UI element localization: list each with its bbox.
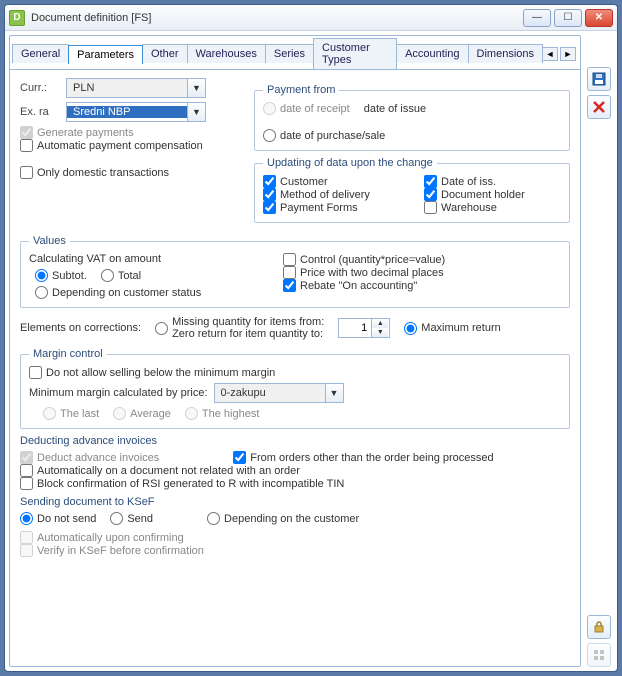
updating-warehouse-checkbox[interactable]: Warehouse: [424, 201, 561, 214]
main-panel: General Parameters Other Warehouses Seri…: [9, 35, 581, 667]
ksef-auto-confirm-checkbox[interactable]: Automatically upon confirming: [20, 531, 570, 544]
only-domestic-checkbox[interactable]: Only domestic transactions: [20, 166, 230, 179]
minimize-button[interactable]: —: [523, 9, 551, 27]
corrections-missing-radio[interactable]: Missing quantity for items from: Zero re…: [155, 316, 324, 340]
chevron-down-icon: ▼: [187, 79, 205, 97]
app-icon: D: [9, 10, 25, 26]
payment-from-issue-radio[interactable]: date of issue: [364, 103, 426, 115]
tab-general[interactable]: General: [12, 44, 69, 63]
x-icon: [592, 100, 606, 114]
chevron-down-icon: ▼: [325, 384, 343, 402]
lock-button[interactable]: [587, 615, 611, 639]
elements-corrections-label: Elements on corrections:: [20, 322, 141, 334]
corrections-max-return-radio[interactable]: Maximum return: [404, 322, 500, 335]
margin-disallow-checkbox[interactable]: Do not allow selling below the minimum m…: [29, 366, 561, 379]
save-button[interactable]: [587, 67, 611, 91]
margin-average-radio[interactable]: Average: [113, 407, 171, 420]
margin-highest-radio[interactable]: The highest: [185, 407, 259, 420]
window-title: Document definition [FS]: [31, 12, 523, 24]
grid-icon: [592, 648, 606, 662]
margin-control-group: Margin control Do not allow selling belo…: [20, 348, 570, 429]
vat-total-radio[interactable]: Total: [101, 269, 141, 282]
payment-from-receipt-radio[interactable]: date of receipt: [263, 102, 350, 115]
maximize-button[interactable]: ☐: [554, 9, 582, 27]
calc-vat-title: Calculating VAT on amount: [29, 253, 259, 265]
ksef-depending-radio[interactable]: Depending on the customer: [207, 512, 359, 525]
values-group: Values Calculating VAT on amount Subtot.…: [20, 235, 570, 308]
currency-combo[interactable]: PLN ▼: [66, 78, 206, 98]
updating-customer-checkbox[interactable]: Customer: [263, 175, 400, 188]
ksef-send-radio[interactable]: Send: [110, 512, 153, 525]
payment-from-group: Payment from date of receipt date of iss…: [254, 84, 570, 151]
auto-payment-comp-checkbox[interactable]: Automatic payment compensation: [20, 139, 230, 152]
vat-depending-radio[interactable]: Depending on customer status: [35, 286, 259, 299]
currency-label: Curr.:: [20, 82, 60, 94]
updating-payment-forms-checkbox[interactable]: Payment Forms: [263, 201, 400, 214]
deducting-title: Deducting advance invoices: [20, 435, 570, 447]
tab-parameters[interactable]: Parameters: [68, 45, 143, 64]
ksef-title: Sending document to KSeF: [20, 496, 570, 508]
payment-from-purchase-radio[interactable]: date of purchase/sale: [263, 129, 385, 142]
tab-accounting[interactable]: Accounting: [396, 44, 468, 63]
block-rsi-checkbox[interactable]: Block confirmation of RSI generated to R…: [20, 477, 570, 490]
min-margin-combo[interactable]: 0-zakupu ▼: [214, 383, 344, 403]
min-margin-label: Minimum margin calculated by price:: [29, 387, 208, 399]
corrections-quantity-spinner[interactable]: ▲▼: [338, 318, 390, 338]
tab-scroll-right[interactable]: ►: [560, 47, 576, 61]
tab-content: Curr.: PLN ▼ Ex. ra Średni NBP ▼: [10, 70, 580, 666]
spinner-down[interactable]: ▼: [372, 328, 388, 337]
deduct-advance-checkbox[interactable]: Deduct advance invoices: [20, 451, 159, 464]
sidebar: [585, 35, 613, 667]
tab-warehouses[interactable]: Warehouses: [187, 44, 266, 63]
tab-bar: General Parameters Other Warehouses Seri…: [10, 36, 580, 70]
lock-icon: [592, 620, 606, 634]
vat-subtot-radio[interactable]: Subtot.: [35, 269, 87, 282]
control-qty-checkbox[interactable]: Control (quantity*price=value): [283, 253, 561, 266]
tab-scroll-left[interactable]: ◄: [542, 47, 558, 61]
updating-date-iss-checkbox[interactable]: Date of iss.: [424, 175, 561, 188]
tab-customer-types[interactable]: Customer Types: [313, 38, 397, 69]
tab-series[interactable]: Series: [265, 44, 314, 63]
chevron-down-icon: ▼: [187, 103, 205, 121]
close-button[interactable]: ✕: [585, 9, 613, 27]
price-two-dec-checkbox[interactable]: Price with two decimal places: [283, 266, 561, 279]
margin-last-radio[interactable]: The last: [43, 407, 99, 420]
updating-method-delivery-checkbox[interactable]: Method of delivery: [263, 188, 400, 201]
titlebar: D Document definition [FS] — ☐ ✕: [5, 5, 617, 31]
exchange-rate-combo[interactable]: Średni NBP ▼: [66, 102, 206, 122]
exrate-label: Ex. ra: [20, 106, 60, 118]
generate-payments-checkbox[interactable]: Generate payments: [20, 126, 230, 139]
tab-dimensions[interactable]: Dimensions: [468, 44, 543, 63]
spinner-up[interactable]: ▲: [372, 319, 388, 328]
updating-group: Updating of data upon the change Custome…: [254, 157, 570, 223]
floppy-icon: [592, 72, 606, 86]
ksef-do-not-send-radio[interactable]: Do not send: [20, 512, 96, 525]
tab-other[interactable]: Other: [142, 44, 188, 63]
window: D Document definition [FS] — ☐ ✕ General…: [4, 4, 618, 672]
delete-button[interactable]: [587, 95, 611, 119]
auto-not-related-checkbox[interactable]: Automatically on a document not related …: [20, 464, 570, 477]
from-orders-checkbox[interactable]: From orders other than the order being p…: [233, 451, 493, 464]
rebate-accounting-checkbox[interactable]: Rebate "On accounting": [283, 279, 561, 292]
more-button[interactable]: [587, 643, 611, 667]
ksef-verify-checkbox[interactable]: Verify in KSeF before confirmation: [20, 544, 570, 557]
updating-doc-holder-checkbox[interactable]: Document holder: [424, 188, 561, 201]
